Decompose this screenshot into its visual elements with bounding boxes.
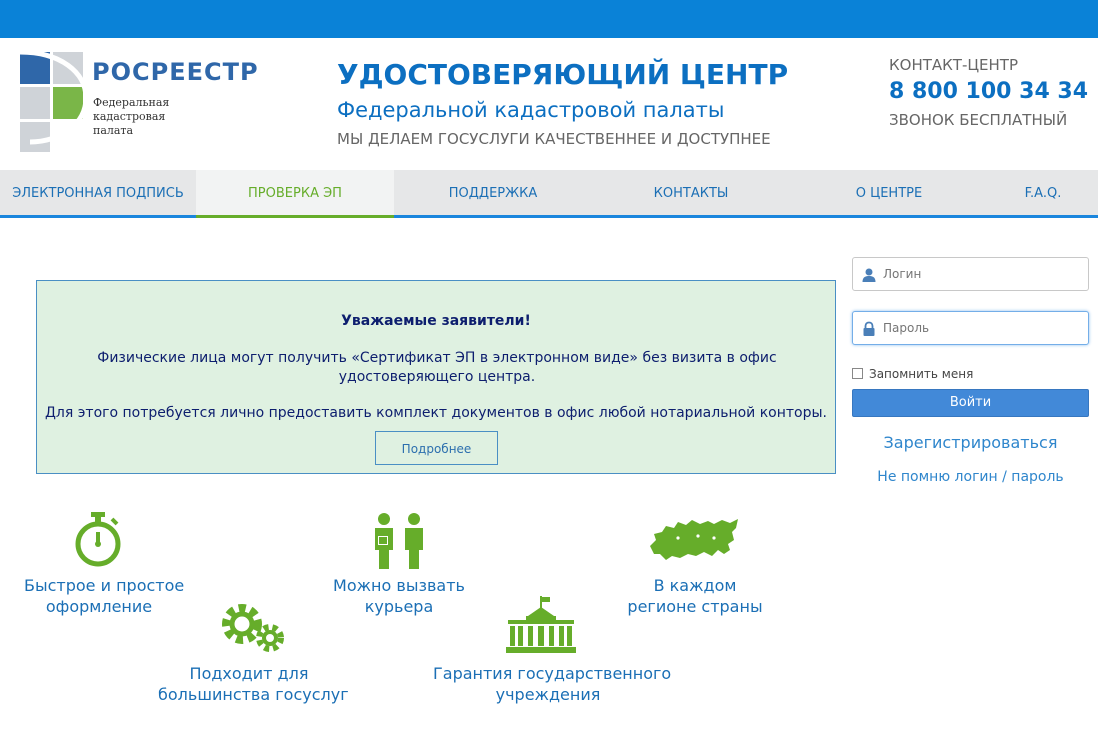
main-nav: ЭЛЕКТРОННАЯ ПОДПИСЬ ПРОВЕРКА ЭП ПОДДЕРЖК… xyxy=(0,170,1098,218)
russia-map-icon xyxy=(650,519,738,560)
nav-about[interactable]: О ЦЕНТРЕ xyxy=(790,170,988,215)
top-bar xyxy=(0,0,1098,38)
remember-checkbox[interactable] xyxy=(852,368,863,379)
feature-services-line1: Подходит для xyxy=(189,664,309,683)
notice-text: Физические лица могут получить «Сертифик… xyxy=(97,350,777,385)
page-title: УДОСТОВЕРЯЮЩИЙ ЦЕНТР xyxy=(337,58,789,91)
page-subtitle: Федеральной кадастровой палаты xyxy=(337,98,725,122)
rosreestr-logo-icon[interactable] xyxy=(20,52,86,152)
forgot-password-link[interactable]: Не помню логин / пароль xyxy=(852,469,1089,485)
feature-regions-line1: В каждом xyxy=(653,576,737,595)
courier-icon xyxy=(375,513,423,569)
nav-contacts[interactable]: КОНТАКТЫ xyxy=(592,170,790,215)
contact-free-call: ЗВОНОК БЕСПЛАТНЫЙ xyxy=(889,111,1068,129)
remember-label: Запомнить меня xyxy=(869,367,974,381)
feature-fast-line1: Быстрое и простое xyxy=(24,576,185,595)
notice-box: Уважаемые заявители! Физические лица мог… xyxy=(36,280,836,474)
feature-services-line2: большинства госуслуг xyxy=(158,685,349,704)
feature-regions-line2: регионе страны xyxy=(627,597,763,616)
login-button[interactable]: Войти xyxy=(852,389,1089,417)
notice-text-2: Для этого потребуется лично предоставить… xyxy=(44,405,828,421)
slogan: МЫ ДЕЛАЕМ ГОСУСЛУГИ КАЧЕСТВЕННЕЕ И ДОСТУ… xyxy=(337,130,771,148)
login-field[interactable] xyxy=(852,257,1089,291)
feature-regions: В каждом регионе страны xyxy=(620,575,770,617)
logo-subtitle: Федеральная кадастровая палата xyxy=(93,96,170,137)
nav-support[interactable]: ПОДДЕРЖКА xyxy=(394,170,592,215)
password-input[interactable] xyxy=(883,312,1083,344)
lock-icon xyxy=(863,321,875,336)
nav-electronic-signature[interactable]: ЭЛЕКТРОННАЯ ПОДПИСЬ xyxy=(0,170,196,215)
nav-faq[interactable]: F.A.Q. xyxy=(988,170,1098,215)
feature-fast-line2: оформление xyxy=(45,597,153,616)
contact-phone[interactable]: 8 800 100 34 34 xyxy=(889,79,1088,104)
feature-courier-line1: Можно вызвать xyxy=(333,576,465,595)
remember-me[interactable]: Запомнить меня xyxy=(852,367,973,381)
feature-guarantee-line1: Гарантия государственного xyxy=(433,664,672,683)
feature-courier: Можно вызвать курьера xyxy=(325,575,473,617)
login-input[interactable] xyxy=(883,258,1083,290)
feature-guarantee-line2: учреждения xyxy=(495,685,601,704)
feature-services: Подходит для большинства госуслуг xyxy=(158,663,349,705)
notice-title: Уважаемые заявители! xyxy=(341,313,531,329)
more-button[interactable]: Подробнее xyxy=(375,431,498,465)
user-icon xyxy=(862,268,876,282)
stopwatch-icon xyxy=(75,512,121,567)
logo-name[interactable]: РОСРЕЕСТР xyxy=(92,58,259,86)
feature-guarantee: Гарантия государственного учреждения xyxy=(433,663,672,705)
contact-center-label: КОНТАКТ-ЦЕНТР xyxy=(889,56,1018,74)
feature-fast: Быстрое и простое оформление xyxy=(24,575,185,617)
feature-courier-line2: курьера xyxy=(364,597,434,616)
nav-signature-check[interactable]: ПРОВЕРКА ЭП xyxy=(196,170,394,218)
register-link[interactable]: Зарегистрироваться xyxy=(852,433,1089,452)
government-building-icon xyxy=(506,596,576,653)
gears-icon xyxy=(222,604,284,652)
password-field[interactable] xyxy=(852,311,1089,345)
